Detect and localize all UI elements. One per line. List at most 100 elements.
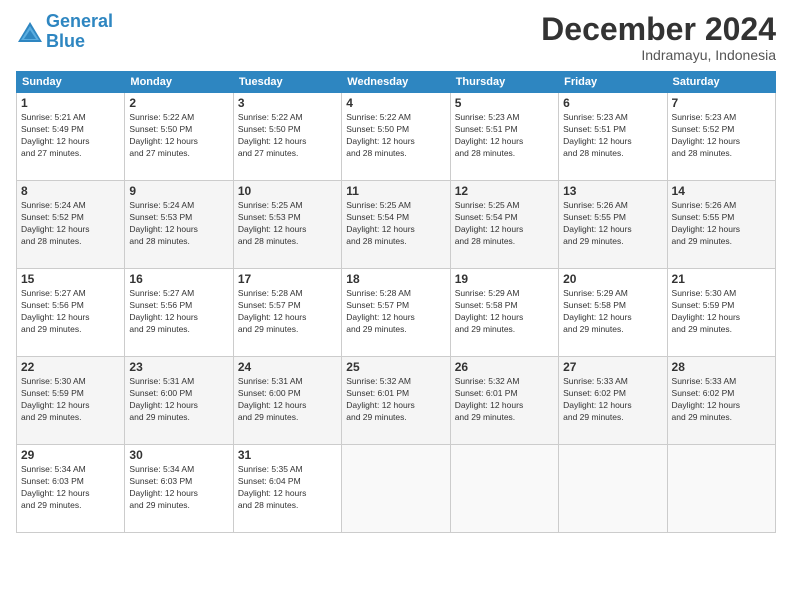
day-info: Sunrise: 5:33 AM Sunset: 6:02 PM Dayligh… [563,376,662,424]
day-number: 19 [455,272,554,286]
calendar-week-5: 29 Sunrise: 5:34 AM Sunset: 6:03 PM Dayli… [17,445,776,533]
calendar-cell: 19Sunrise: 5:29 AM Sunset: 5:58 PM Dayli… [450,269,558,357]
calendar-cell: 28 Sunrise: 5:33 AM Sunset: 6:02 PM Dayli… [667,357,775,445]
calendar-cell: 21 Sunrise: 5:30 AM Sunset: 5:59 PM Dayli… [667,269,775,357]
day-info: Sunrise: 5:28 AM Sunset: 5:57 PM Dayligh… [346,288,445,336]
day-number: 5 [455,96,554,110]
calendar-cell: 1 Sunrise: 5:21 AM Sunset: 5:49 PM Daylig… [17,93,125,181]
day-info: Sunrise: 5:28 AM Sunset: 5:57 PM Dayligh… [238,288,337,336]
day-header-tuesday: Tuesday [233,72,341,93]
day-info: Sunrise: 5:26 AM Sunset: 5:55 PM Dayligh… [672,200,771,248]
calendar-cell: 24Sunrise: 5:31 AM Sunset: 6:00 PM Dayli… [233,357,341,445]
calendar-cell: 25 Sunrise: 5:32 AM Sunset: 6:01 PM Dayli… [342,357,450,445]
day-number: 13 [563,184,662,198]
day-number: 20 [563,272,662,286]
day-number: 2 [129,96,228,110]
day-number: 3 [238,96,337,110]
day-info: Sunrise: 5:23 AM Sunset: 5:52 PM Dayligh… [672,112,771,160]
day-number: 8 [21,184,120,198]
day-number: 27 [563,360,662,374]
day-number: 21 [672,272,771,286]
day-number: 31 [238,448,337,462]
day-header-friday: Friday [559,72,667,93]
day-info: Sunrise: 5:31 AM Sunset: 6:00 PM Dayligh… [238,376,337,424]
day-number: 9 [129,184,228,198]
day-number: 10 [238,184,337,198]
day-info: Sunrise: 5:22 AM Sunset: 5:50 PM Dayligh… [129,112,228,160]
calendar-cell: 7 Sunrise: 5:23 AM Sunset: 5:52 PM Daylig… [667,93,775,181]
day-info: Sunrise: 5:32 AM Sunset: 6:01 PM Dayligh… [346,376,445,424]
calendar-cell: 23 Sunrise: 5:31 AM Sunset: 6:00 PM Dayli… [125,357,233,445]
day-number: 28 [672,360,771,374]
day-number: 1 [21,96,120,110]
day-number: 16 [129,272,228,286]
day-number: 22 [21,360,120,374]
calendar-cell: 29 Sunrise: 5:34 AM Sunset: 6:03 PM Dayli… [17,445,125,533]
day-header-wednesday: Wednesday [342,72,450,93]
calendar-cell [342,445,450,533]
calendar-cell: 5 Sunrise: 5:23 AM Sunset: 5:51 PM Daylig… [450,93,558,181]
day-info: Sunrise: 5:25 AM Sunset: 5:54 PM Dayligh… [455,200,554,248]
calendar-cell: 26 Sunrise: 5:32 AM Sunset: 6:01 PM Dayli… [450,357,558,445]
day-info: Sunrise: 5:30 AM Sunset: 5:59 PM Dayligh… [21,376,120,424]
day-header-monday: Monday [125,72,233,93]
day-number: 23 [129,360,228,374]
day-number: 25 [346,360,445,374]
calendar-cell: 12 Sunrise: 5:25 AM Sunset: 5:54 PM Dayli… [450,181,558,269]
day-number: 30 [129,448,228,462]
day-number: 15 [21,272,120,286]
day-info: Sunrise: 5:30 AM Sunset: 5:59 PM Dayligh… [672,288,771,336]
day-info: Sunrise: 5:25 AM Sunset: 5:53 PM Dayligh… [238,200,337,248]
day-info: Sunrise: 5:33 AM Sunset: 6:02 PM Dayligh… [672,376,771,424]
header: General Blue December 2024 Indramayu, In… [16,12,776,63]
day-info: Sunrise: 5:22 AM Sunset: 5:50 PM Dayligh… [238,112,337,160]
day-number: 29 [21,448,120,462]
day-number: 7 [672,96,771,110]
calendar-cell: 9Sunrise: 5:24 AM Sunset: 5:53 PM Daylig… [125,181,233,269]
calendar-cell: 13 Sunrise: 5:26 AM Sunset: 5:55 PM Dayli… [559,181,667,269]
calendar-week-2: 8Sunrise: 5:24 AM Sunset: 5:52 PM Daylig… [17,181,776,269]
day-number: 18 [346,272,445,286]
day-info: Sunrise: 5:35 AM Sunset: 6:04 PM Dayligh… [238,464,337,512]
day-header-sunday: Sunday [17,72,125,93]
calendar-cell: 14 Sunrise: 5:26 AM Sunset: 5:55 PM Dayli… [667,181,775,269]
calendar-cell: 17 Sunrise: 5:28 AM Sunset: 5:57 PM Dayli… [233,269,341,357]
day-number: 4 [346,96,445,110]
day-info: Sunrise: 5:34 AM Sunset: 6:03 PM Dayligh… [21,464,120,512]
calendar-cell: 6 Sunrise: 5:23 AM Sunset: 5:51 PM Daylig… [559,93,667,181]
calendar-cell: 3 Sunrise: 5:22 AM Sunset: 5:50 PM Daylig… [233,93,341,181]
calendar-cell: 10 Sunrise: 5:25 AM Sunset: 5:53 PM Dayli… [233,181,341,269]
calendar-cell: 4 Sunrise: 5:22 AM Sunset: 5:50 PM Daylig… [342,93,450,181]
day-info: Sunrise: 5:26 AM Sunset: 5:55 PM Dayligh… [563,200,662,248]
day-info: Sunrise: 5:22 AM Sunset: 5:50 PM Dayligh… [346,112,445,160]
day-info: Sunrise: 5:31 AM Sunset: 6:00 PM Dayligh… [129,376,228,424]
month-title: December 2024 [541,12,776,47]
day-number: 6 [563,96,662,110]
day-info: Sunrise: 5:27 AM Sunset: 5:56 PM Dayligh… [129,288,228,336]
day-number: 26 [455,360,554,374]
calendar-cell: 30 Sunrise: 5:34 AM Sunset: 6:03 PM Dayli… [125,445,233,533]
calendar-cell [559,445,667,533]
day-number: 11 [346,184,445,198]
day-header-thursday: Thursday [450,72,558,93]
calendar-week-4: 22 Sunrise: 5:30 AM Sunset: 5:59 PM Dayli… [17,357,776,445]
day-info: Sunrise: 5:34 AM Sunset: 6:03 PM Dayligh… [129,464,228,512]
logo-icon [16,20,44,44]
calendar-cell: 11Sunrise: 5:25 AM Sunset: 5:54 PM Dayli… [342,181,450,269]
day-info: Sunrise: 5:21 AM Sunset: 5:49 PM Dayligh… [21,112,120,160]
day-info: Sunrise: 5:23 AM Sunset: 5:51 PM Dayligh… [563,112,662,160]
day-info: Sunrise: 5:27 AM Sunset: 5:56 PM Dayligh… [21,288,120,336]
page: General Blue December 2024 Indramayu, In… [0,0,792,612]
day-number: 14 [672,184,771,198]
calendar-cell: 15 Sunrise: 5:27 AM Sunset: 5:56 PM Dayli… [17,269,125,357]
day-number: 17 [238,272,337,286]
day-info: Sunrise: 5:32 AM Sunset: 6:01 PM Dayligh… [455,376,554,424]
day-number: 12 [455,184,554,198]
calendar-cell: 16 Sunrise: 5:27 AM Sunset: 5:56 PM Dayli… [125,269,233,357]
calendar-cell: 18 Sunrise: 5:28 AM Sunset: 5:57 PM Dayli… [342,269,450,357]
calendar-cell [450,445,558,533]
calendar-week-1: 1 Sunrise: 5:21 AM Sunset: 5:49 PM Daylig… [17,93,776,181]
day-info: Sunrise: 5:23 AM Sunset: 5:51 PM Dayligh… [455,112,554,160]
calendar-cell: 31 Sunrise: 5:35 AM Sunset: 6:04 PM Dayli… [233,445,341,533]
calendar-table: SundayMondayTuesdayWednesdayThursdayFrid… [16,71,776,533]
